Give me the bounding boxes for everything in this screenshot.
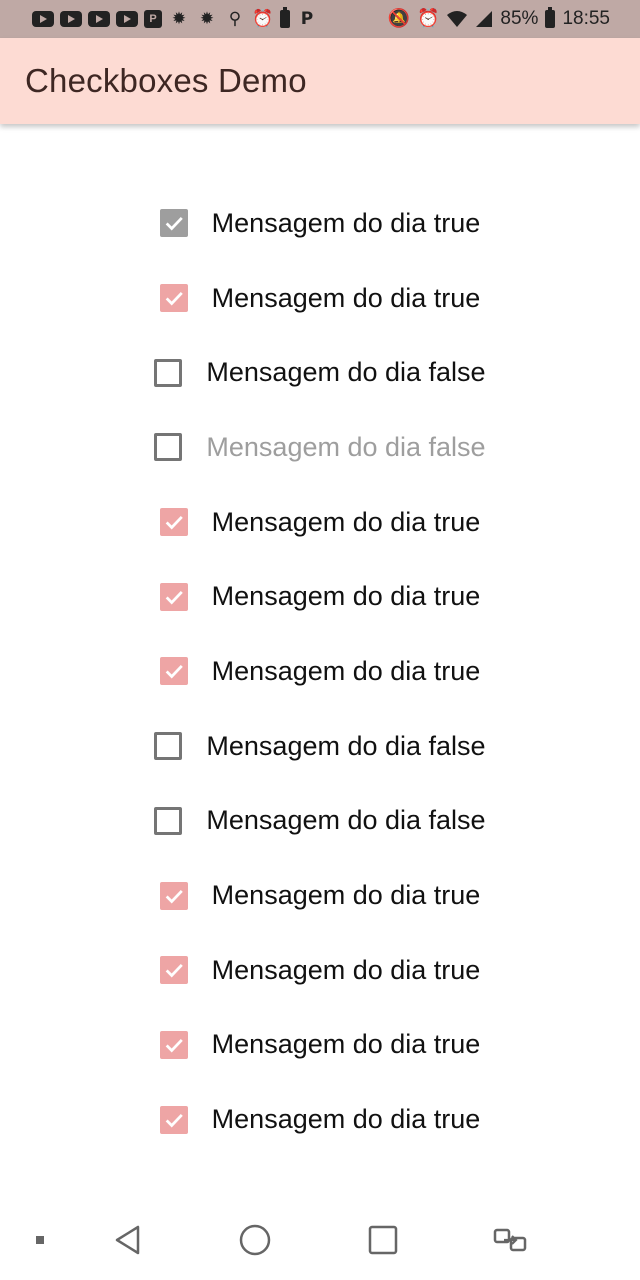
checkbox-row[interactable]: Mensagem do dia true xyxy=(0,933,640,1008)
checkbox-checked[interactable] xyxy=(159,657,188,686)
checkbox-list: Mensagem do dia true Mensagem do dia true… xyxy=(0,186,640,1157)
alarm-icon: ⏰ xyxy=(417,8,440,29)
checkbox-label: Mensagem do dia false xyxy=(206,431,486,462)
clock: 18:55 xyxy=(562,8,610,29)
checkbox-label: Mensagem do dia true xyxy=(211,1029,481,1060)
bug-icon: ✹ xyxy=(199,8,215,29)
checkbox-row[interactable]: Mensagem do dia false xyxy=(0,335,640,410)
checkbox-item: Mensagem do dia true xyxy=(159,207,481,239)
checkbox-item: Mensagem do dia true xyxy=(159,282,481,314)
checkbox-label: Mensagem do dia false xyxy=(206,730,486,761)
checkbox-label: Mensagem do dia true xyxy=(211,954,481,985)
checkbox-checked[interactable] xyxy=(159,1030,188,1059)
back-icon[interactable] xyxy=(108,1220,148,1260)
checkbox-label: Mensagem do dia true xyxy=(211,655,481,686)
alarm-icon: ⏰ xyxy=(252,8,274,29)
home-icon[interactable] xyxy=(235,1220,275,1260)
checkbox-row[interactable]: Mensagem do dia true xyxy=(0,186,640,261)
checkbox-unchecked xyxy=(154,433,183,462)
checkbox-row[interactable]: Mensagem do dia true xyxy=(0,1082,640,1157)
checkbox-label: Mensagem do dia true xyxy=(211,1104,481,1135)
checkbox-checked[interactable] xyxy=(159,508,188,537)
youtube-icon xyxy=(116,11,138,27)
youtube-icon xyxy=(32,11,54,27)
checkbox-checked[interactable] xyxy=(159,1105,188,1134)
usb-icon: ⚲ xyxy=(228,8,242,29)
paypal-icon: P xyxy=(300,8,314,29)
checkbox-unchecked[interactable] xyxy=(154,358,183,387)
checkbox-checked[interactable] xyxy=(159,582,188,611)
checkbox-checked[interactable] xyxy=(159,956,188,985)
notification-icons: P ✹ ✹ ⚲ ⏰ P xyxy=(32,7,318,29)
checkbox-item: Mensagem do dia false xyxy=(154,730,486,762)
checkbox-item: Mensagem do dia true xyxy=(159,954,481,986)
checkbox-label: Mensagem do dia true xyxy=(211,880,481,911)
checkbox-row[interactable]: Mensagem do dia true xyxy=(0,261,640,336)
checkbox-row[interactable]: Mensagem do dia true xyxy=(0,485,640,560)
checkbox-row[interactable]: Mensagem do dia false xyxy=(0,709,640,784)
app-bar: Checkboxes Demo xyxy=(0,38,640,124)
page-title: Checkboxes Demo xyxy=(25,62,307,99)
battery-saver-icon xyxy=(280,7,290,28)
checkbox-checked[interactable] xyxy=(159,209,188,238)
checkbox-item: Mensagem do dia true xyxy=(159,581,481,612)
checkbox-label: Mensagem do dia true xyxy=(211,282,481,313)
checkbox-label: Mensagem do dia false xyxy=(206,357,486,388)
checkbox-label: Mensagem do dia false xyxy=(206,805,486,836)
checkbox-row[interactable]: Mensagem do dia true xyxy=(0,634,640,709)
checkbox-row[interactable]: Mensagem do dia true xyxy=(0,858,640,933)
youtube-icon xyxy=(60,11,82,27)
system-status: 🔕 ⏰ 85% 18:55 xyxy=(387,7,610,30)
navigation-bar xyxy=(0,1200,640,1280)
checkbox-label: Mensagem do dia true xyxy=(211,506,481,537)
recents-icon[interactable] xyxy=(363,1220,403,1260)
battery-percent: 85% xyxy=(500,8,539,29)
checkbox-item: Mensagem do dia true xyxy=(159,655,481,687)
checkbox-unchecked[interactable] xyxy=(154,806,183,835)
signal-icon xyxy=(476,11,493,27)
parking-icon: P xyxy=(144,10,162,28)
bug-icon: ✹ xyxy=(171,8,187,29)
wifi-icon xyxy=(447,11,468,27)
checkbox-label: Mensagem do dia true xyxy=(211,581,481,612)
checkbox-item: Mensagem do dia false xyxy=(154,431,486,463)
checkbox-label: Mensagem do dia true xyxy=(211,207,481,238)
checkbox-row[interactable]: Mensagem do dia false xyxy=(0,410,640,485)
menu-dot-icon[interactable] xyxy=(20,1220,60,1260)
switch-app-icon[interactable] xyxy=(490,1220,530,1260)
battery-icon xyxy=(545,7,556,28)
checkbox-item: Mensagem do dia true xyxy=(159,506,481,538)
checkbox-row[interactable]: Mensagem do dia false xyxy=(0,784,640,859)
mute-icon: 🔕 xyxy=(387,8,410,29)
youtube-icon xyxy=(88,11,110,27)
checkbox-checked[interactable] xyxy=(159,284,188,313)
checkbox-item: Mensagem do dia false xyxy=(154,357,486,388)
checkbox-row[interactable]: Mensagem do dia true xyxy=(0,1008,640,1083)
checkbox-item: Mensagem do dia false xyxy=(154,805,486,836)
checkbox-item: Mensagem do dia true xyxy=(159,1104,481,1135)
checkbox-row[interactable]: Mensagem do dia true xyxy=(0,559,640,634)
status-bar: P ✹ ✹ ⚲ ⏰ P 🔕 ⏰ 85% 18:55 xyxy=(0,0,640,38)
checkbox-item: Mensagem do dia true xyxy=(159,1029,481,1060)
checkbox-unchecked[interactable] xyxy=(154,732,183,761)
checkbox-checked[interactable] xyxy=(159,881,188,910)
checkbox-item: Mensagem do dia true xyxy=(159,880,481,911)
